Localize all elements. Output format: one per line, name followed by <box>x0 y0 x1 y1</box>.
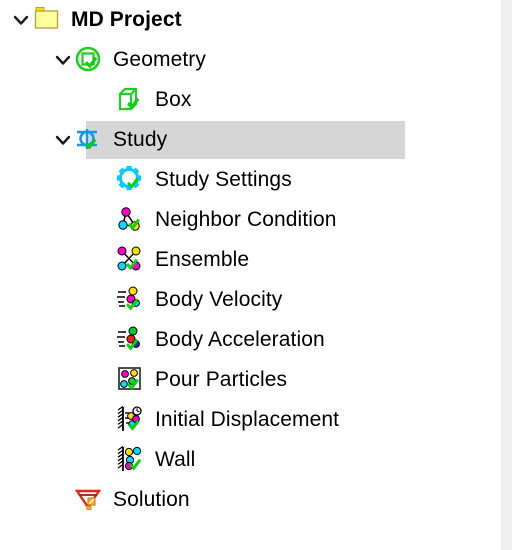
tree-node-label: Solution <box>113 488 190 511</box>
tree-node-label: Initial Displacement <box>155 408 340 431</box>
study-icon <box>74 125 104 155</box>
tree-node-label: Neighbor Condition <box>155 208 337 231</box>
tree-node-label: Body Velocity <box>155 288 283 311</box>
body-velocity-icon <box>116 285 146 315</box>
tree-node-body-velocity[interactable]: Body Velocity <box>0 280 501 320</box>
tree-node-body-acceleration[interactable]: Body Acceleration <box>0 320 501 360</box>
tree-node-ensemble[interactable]: Ensemble <box>0 240 501 280</box>
geometry-icon <box>74 45 104 75</box>
gear-icon <box>116 165 146 195</box>
tree-node-study-settings[interactable]: Study Settings <box>0 160 501 200</box>
chevron-down-icon[interactable] <box>52 129 74 151</box>
right-gutter <box>501 0 512 550</box>
tree-node-solution[interactable]: Solution <box>0 480 501 520</box>
tree-node-neighbor-condition[interactable]: Neighbor Condition <box>0 200 501 240</box>
tree-node-md-project[interactable]: MD Project <box>0 0 501 40</box>
solution-icon <box>74 485 104 515</box>
chevron-down-icon[interactable] <box>10 9 32 31</box>
tree-node-label: Ensemble <box>155 248 250 271</box>
wall-icon <box>116 445 146 475</box>
pour-particles-icon <box>116 365 146 395</box>
tree-node-label: Study <box>113 128 168 151</box>
neighbor-condition-icon <box>116 205 146 235</box>
tree-node-wall[interactable]: Wall <box>0 440 501 480</box>
tree-node-label: Study Settings <box>155 168 292 191</box>
tree-node-label: Wall <box>155 448 196 471</box>
chevron-down-icon[interactable] <box>52 49 74 71</box>
model-tree-panel[interactable]: MD Project Geometry Box Study Study Settings… <box>0 0 501 550</box>
folder-icon <box>32 5 62 35</box>
tree-node-box[interactable]: Box <box>0 80 501 120</box>
tree-node-study[interactable]: Study <box>0 120 501 160</box>
ensemble-icon <box>116 245 146 275</box>
tree-node-label: Box <box>155 88 192 111</box>
tree-node-geometry[interactable]: Geometry <box>0 40 501 80</box>
tree-node-pour-particles[interactable]: Pour Particles <box>0 360 501 400</box>
body-acceleration-icon <box>116 325 146 355</box>
box-icon <box>116 85 146 115</box>
initial-displacement-icon <box>116 405 146 435</box>
tree-node-label: Geometry <box>113 48 206 71</box>
tree-node-label: MD Project <box>71 8 182 31</box>
tree-node-label: Pour Particles <box>155 368 288 391</box>
tree-node-initial-displacement[interactable]: Initial Displacement <box>0 400 501 440</box>
tree-node-label: Body Acceleration <box>155 328 325 351</box>
